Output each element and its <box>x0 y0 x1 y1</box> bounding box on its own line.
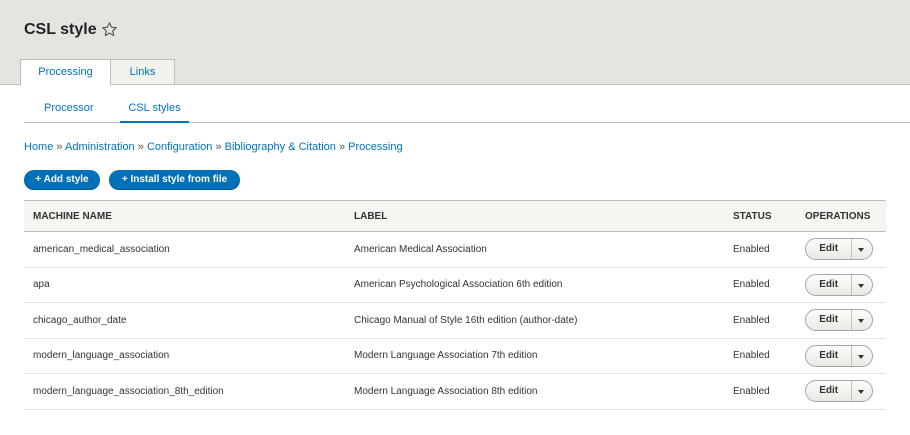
header-status: STATUS <box>724 200 805 232</box>
operations-cell: Edit <box>805 302 886 339</box>
breadcrumb-separator: » <box>56 141 63 153</box>
operations-dropbutton: Edit <box>805 309 873 332</box>
label-cell: American Medical Association <box>345 231 724 268</box>
table-row: apa American Psychological Association 6… <box>24 267 886 303</box>
table-row: american_medical_association American Me… <box>24 231 886 268</box>
breadcrumb-processing[interactable]: Processing <box>348 141 402 153</box>
tab-processor[interactable]: Processor <box>44 102 94 114</box>
operations-dropbutton: Edit <box>805 273 873 296</box>
operations-dropbutton: Edit <box>805 344 873 367</box>
tab-processing[interactable]: Processing <box>20 59 111 86</box>
chevron-down-icon <box>858 390 865 395</box>
operations-cell: Edit <box>805 267 886 303</box>
machine-name-cell: modern_language_association <box>24 338 345 374</box>
operations-toggle[interactable] <box>852 275 872 295</box>
machine-name-cell: american_medical_association <box>24 231 345 268</box>
label-cell: Modern Language Association 8th edition <box>345 373 724 410</box>
operations-cell: Edit <box>805 338 886 374</box>
edit-button[interactable]: Edit <box>806 310 853 331</box>
tab-links[interactable]: Links <box>111 59 175 85</box>
operations-cell: Edit <box>805 231 886 268</box>
chevron-down-icon <box>858 248 865 253</box>
status-cell: Enabled <box>724 338 805 374</box>
breadcrumb-separator: » <box>338 141 346 153</box>
edit-button[interactable]: Edit <box>806 239 853 260</box>
breadcrumb-administration[interactable]: Administration <box>65 141 135 153</box>
machine-name-cell: chicago_author_date <box>24 302 345 339</box>
page-title: CSL style <box>24 21 97 38</box>
operations-dropbutton: Edit <box>805 238 873 261</box>
chevron-down-icon <box>858 319 865 324</box>
breadcrumb-home[interactable]: Home <box>24 141 53 153</box>
operations-cell: Edit <box>805 373 886 410</box>
edit-button[interactable]: Edit <box>806 274 853 295</box>
header-label: LABEL <box>345 200 724 232</box>
operations-dropbutton: Edit <box>805 380 873 403</box>
tab-csl-styles[interactable]: CSL styles <box>120 102 189 123</box>
label-cell: Chicago Manual of Style 16th edition (au… <box>345 302 724 339</box>
breadcrumb: Home » Administration » Configuration » … <box>24 141 403 153</box>
edit-button[interactable]: Edit <box>806 381 853 402</box>
label-cell: American Psychological Association 6th e… <box>345 267 724 303</box>
page-header: CSL style Processing Links <box>0 0 910 86</box>
install-style-button[interactable]: + Install style from file <box>109 170 240 190</box>
breadcrumb-separator: » <box>137 141 144 153</box>
machine-name-cell: apa <box>24 267 345 303</box>
star-icon[interactable] <box>101 21 118 38</box>
status-cell: Enabled <box>724 231 805 268</box>
chevron-down-icon <box>858 354 865 359</box>
status-cell: Enabled <box>724 302 805 339</box>
operations-toggle[interactable] <box>852 239 872 259</box>
header-machine-name: MACHINE NAME <box>24 200 345 232</box>
table-row: modern_language_association_8th_edition … <box>24 373 886 410</box>
table-row: modern_language_association Modern Langu… <box>24 338 886 374</box>
secondary-tabs: Processor CSL styles <box>24 96 910 123</box>
breadcrumb-separator: » <box>215 141 222 153</box>
edit-button[interactable]: Edit <box>806 345 853 366</box>
status-cell: Enabled <box>724 267 805 303</box>
styles-table: MACHINE NAME LABEL STATUS OPERATIONS ame… <box>24 200 886 410</box>
table-header-row: MACHINE NAME LABEL STATUS OPERATIONS <box>24 200 886 232</box>
operations-toggle[interactable] <box>852 310 872 330</box>
label-cell: Modern Language Association 7th edition <box>345 338 724 374</box>
header-operations: OPERATIONS <box>805 200 886 232</box>
breadcrumb-configuration[interactable]: Configuration <box>147 141 212 153</box>
operations-toggle[interactable] <box>852 381 872 401</box>
breadcrumb-bibliography[interactable]: Bibliography & Citation <box>225 141 336 153</box>
operations-toggle[interactable] <box>852 346 872 366</box>
status-cell: Enabled <box>724 373 805 410</box>
chevron-down-icon <box>858 283 865 288</box>
machine-name-cell: modern_language_association_8th_edition <box>24 373 345 410</box>
add-style-button[interactable]: + Add style <box>24 170 100 190</box>
table-row: chicago_author_date Chicago Manual of St… <box>24 302 886 339</box>
